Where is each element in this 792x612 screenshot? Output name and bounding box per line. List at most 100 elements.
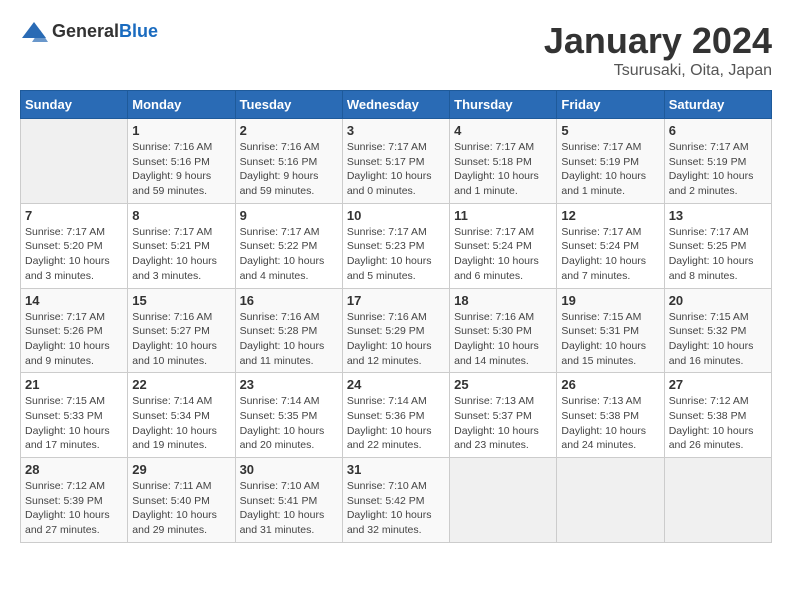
day-number: 31 bbox=[347, 462, 445, 477]
calendar-cell bbox=[450, 458, 557, 543]
day-info: Sunrise: 7:16 AMSunset: 5:16 PMDaylight:… bbox=[132, 140, 230, 199]
calendar-cell: 3 Sunrise: 7:17 AMSunset: 5:17 PMDaylight… bbox=[342, 119, 449, 204]
day-number: 3 bbox=[347, 123, 445, 138]
calendar-cell: 12 Sunrise: 7:17 AMSunset: 5:24 PMDayligh… bbox=[557, 203, 664, 288]
calendar-cell: 19 Sunrise: 7:15 AMSunset: 5:31 PMDayligh… bbox=[557, 288, 664, 373]
calendar-cell: 7 Sunrise: 7:17 AMSunset: 5:20 PMDaylight… bbox=[21, 203, 128, 288]
calendar-cell: 6 Sunrise: 7:17 AMSunset: 5:19 PMDaylight… bbox=[664, 119, 771, 204]
week-row-1: 7 Sunrise: 7:17 AMSunset: 5:20 PMDaylight… bbox=[21, 203, 772, 288]
calendar-cell bbox=[664, 458, 771, 543]
day-info: Sunrise: 7:16 AMSunset: 5:16 PMDaylight:… bbox=[240, 140, 338, 199]
day-info: Sunrise: 7:16 AMSunset: 5:29 PMDaylight:… bbox=[347, 310, 445, 369]
header-day-sunday: Sunday bbox=[21, 91, 128, 119]
logo-general: General bbox=[52, 21, 119, 41]
day-number: 2 bbox=[240, 123, 338, 138]
calendar-cell: 9 Sunrise: 7:17 AMSunset: 5:22 PMDaylight… bbox=[235, 203, 342, 288]
day-info: Sunrise: 7:16 AMSunset: 5:30 PMDaylight:… bbox=[454, 310, 552, 369]
header-day-thursday: Thursday bbox=[450, 91, 557, 119]
calendar-cell: 10 Sunrise: 7:17 AMSunset: 5:23 PMDayligh… bbox=[342, 203, 449, 288]
calendar-cell: 13 Sunrise: 7:17 AMSunset: 5:25 PMDayligh… bbox=[664, 203, 771, 288]
day-info: Sunrise: 7:16 AMSunset: 5:27 PMDaylight:… bbox=[132, 310, 230, 369]
header-day-tuesday: Tuesday bbox=[235, 91, 342, 119]
day-info: Sunrise: 7:15 AMSunset: 5:32 PMDaylight:… bbox=[669, 310, 767, 369]
day-info: Sunrise: 7:17 AMSunset: 5:23 PMDaylight:… bbox=[347, 225, 445, 284]
header: GeneralBlue January 2024 Tsurusaki, Oita… bbox=[20, 20, 772, 80]
calendar-cell: 15 Sunrise: 7:16 AMSunset: 5:27 PMDayligh… bbox=[128, 288, 235, 373]
day-number: 24 bbox=[347, 377, 445, 392]
day-info: Sunrise: 7:17 AMSunset: 5:22 PMDaylight:… bbox=[240, 225, 338, 284]
day-number: 8 bbox=[132, 208, 230, 223]
day-number: 4 bbox=[454, 123, 552, 138]
week-row-2: 14 Sunrise: 7:17 AMSunset: 5:26 PMDayligh… bbox=[21, 288, 772, 373]
day-number: 11 bbox=[454, 208, 552, 223]
logo: GeneralBlue bbox=[20, 20, 158, 42]
calendar-cell: 30Sunrise: 7:10 AMSunset: 5:41 PMDayligh… bbox=[235, 458, 342, 543]
calendar-cell: 20Sunrise: 7:15 AMSunset: 5:32 PMDayligh… bbox=[664, 288, 771, 373]
day-number: 22 bbox=[132, 377, 230, 392]
calendar-cell: 24 Sunrise: 7:14 AMSunset: 5:36 PMDayligh… bbox=[342, 373, 449, 458]
calendar-cell bbox=[557, 458, 664, 543]
header-day-friday: Friday bbox=[557, 91, 664, 119]
calendar-cell: 17 Sunrise: 7:16 AMSunset: 5:29 PMDayligh… bbox=[342, 288, 449, 373]
day-info: Sunrise: 7:17 AMSunset: 5:24 PMDaylight:… bbox=[561, 225, 659, 284]
calendar-cell: 18 Sunrise: 7:16 AMSunset: 5:30 PMDayligh… bbox=[450, 288, 557, 373]
day-number: 17 bbox=[347, 293, 445, 308]
logo-text: GeneralBlue bbox=[52, 21, 158, 42]
calendar-table: SundayMondayTuesdayWednesdayThursdayFrid… bbox=[20, 90, 772, 543]
location-subtitle: Tsurusaki, Oita, Japan bbox=[544, 62, 772, 80]
day-info: Sunrise: 7:17 AMSunset: 5:21 PMDaylight:… bbox=[132, 225, 230, 284]
day-info: Sunrise: 7:17 AMSunset: 5:17 PMDaylight:… bbox=[347, 140, 445, 199]
month-year-title: January 2024 bbox=[544, 20, 772, 62]
day-number: 19 bbox=[561, 293, 659, 308]
calendar-cell: 25Sunrise: 7:13 AMSunset: 5:37 PMDayligh… bbox=[450, 373, 557, 458]
day-number: 18 bbox=[454, 293, 552, 308]
week-row-0: 1 Sunrise: 7:16 AMSunset: 5:16 PMDaylight… bbox=[21, 119, 772, 204]
day-info: Sunrise: 7:16 AMSunset: 5:28 PMDaylight:… bbox=[240, 310, 338, 369]
day-info: Sunrise: 7:15 AMSunset: 5:31 PMDaylight:… bbox=[561, 310, 659, 369]
day-number: 13 bbox=[669, 208, 767, 223]
calendar-cell: 27Sunrise: 7:12 AMSunset: 5:38 PMDayligh… bbox=[664, 373, 771, 458]
day-info: Sunrise: 7:14 AMSunset: 5:34 PMDaylight:… bbox=[132, 394, 230, 453]
calendar-cell: 14 Sunrise: 7:17 AMSunset: 5:26 PMDayligh… bbox=[21, 288, 128, 373]
day-info: Sunrise: 7:17 AMSunset: 5:26 PMDaylight:… bbox=[25, 310, 123, 369]
calendar-cell: 5Sunrise: 7:17 AMSunset: 5:19 PMDaylight… bbox=[557, 119, 664, 204]
calendar-cell: 22 Sunrise: 7:14 AMSunset: 5:34 PMDayligh… bbox=[128, 373, 235, 458]
day-number: 30 bbox=[240, 462, 338, 477]
day-number: 6 bbox=[669, 123, 767, 138]
day-number: 26 bbox=[561, 377, 659, 392]
day-number: 1 bbox=[132, 123, 230, 138]
day-info: Sunrise: 7:17 AMSunset: 5:25 PMDaylight:… bbox=[669, 225, 767, 284]
calendar-cell: 2 Sunrise: 7:16 AMSunset: 5:16 PMDaylight… bbox=[235, 119, 342, 204]
calendar-cell: 16 Sunrise: 7:16 AMSunset: 5:28 PMDayligh… bbox=[235, 288, 342, 373]
day-info: Sunrise: 7:15 AMSunset: 5:33 PMDaylight:… bbox=[25, 394, 123, 453]
calendar-cell: 8 Sunrise: 7:17 AMSunset: 5:21 PMDaylight… bbox=[128, 203, 235, 288]
day-info: Sunrise: 7:11 AMSunset: 5:40 PMDaylight:… bbox=[132, 479, 230, 538]
week-row-3: 21 Sunrise: 7:15 AMSunset: 5:33 PMDayligh… bbox=[21, 373, 772, 458]
day-number: 7 bbox=[25, 208, 123, 223]
day-info: Sunrise: 7:13 AMSunset: 5:38 PMDaylight:… bbox=[561, 394, 659, 453]
logo-icon bbox=[20, 20, 48, 42]
day-number: 14 bbox=[25, 293, 123, 308]
calendar-cell: 4 Sunrise: 7:17 AMSunset: 5:18 PMDaylight… bbox=[450, 119, 557, 204]
title-area: January 2024 Tsurusaki, Oita, Japan bbox=[544, 20, 772, 80]
calendar-cell: 29 Sunrise: 7:11 AMSunset: 5:40 PMDayligh… bbox=[128, 458, 235, 543]
day-number: 9 bbox=[240, 208, 338, 223]
day-number: 10 bbox=[347, 208, 445, 223]
calendar-cell: 28Sunrise: 7:12 AMSunset: 5:39 PMDayligh… bbox=[21, 458, 128, 543]
day-number: 16 bbox=[240, 293, 338, 308]
day-number: 12 bbox=[561, 208, 659, 223]
calendar-cell: 1 Sunrise: 7:16 AMSunset: 5:16 PMDaylight… bbox=[128, 119, 235, 204]
day-info: Sunrise: 7:17 AMSunset: 5:20 PMDaylight:… bbox=[25, 225, 123, 284]
day-number: 28 bbox=[25, 462, 123, 477]
day-number: 29 bbox=[132, 462, 230, 477]
day-number: 25 bbox=[454, 377, 552, 392]
day-number: 27 bbox=[669, 377, 767, 392]
day-number: 21 bbox=[25, 377, 123, 392]
calendar-cell bbox=[21, 119, 128, 204]
day-info: Sunrise: 7:17 AMSunset: 5:18 PMDaylight:… bbox=[454, 140, 552, 199]
day-info: Sunrise: 7:17 AMSunset: 5:19 PMDaylight:… bbox=[669, 140, 767, 199]
calendar-cell: 11Sunrise: 7:17 AMSunset: 5:24 PMDayligh… bbox=[450, 203, 557, 288]
day-info: Sunrise: 7:14 AMSunset: 5:36 PMDaylight:… bbox=[347, 394, 445, 453]
day-number: 15 bbox=[132, 293, 230, 308]
day-info: Sunrise: 7:17 AMSunset: 5:19 PMDaylight:… bbox=[561, 140, 659, 199]
